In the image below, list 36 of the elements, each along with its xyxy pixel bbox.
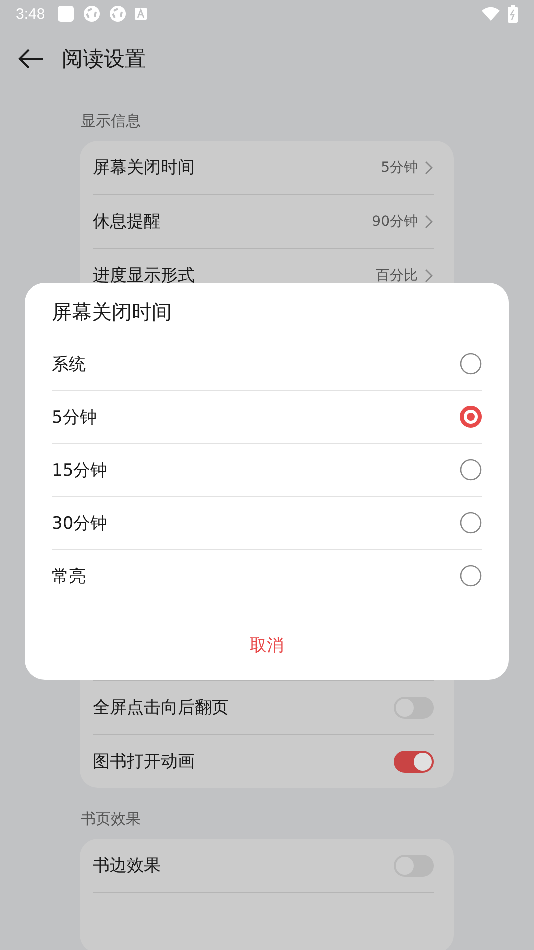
- radio-button[interactable]: [460, 512, 482, 534]
- page-title: 阅读设置: [62, 46, 146, 73]
- option-label[interactable]: 系统: [52, 352, 460, 376]
- square-icon: [57, 5, 76, 23]
- setting-value: 5分钟: [381, 158, 418, 176]
- font-icon: [135, 8, 148, 20]
- wifi-icon: [482, 7, 500, 21]
- chevron-icon: [424, 214, 434, 228]
- setting-label: 屏幕关闭时间: [93, 157, 196, 179]
- setting-value: 90分钟: [372, 212, 418, 230]
- setting-label: 休息提醒: [93, 211, 162, 233]
- radio-button[interactable]: [460, 353, 482, 375]
- option-label[interactable]: 30分钟: [52, 512, 460, 534]
- aperture-icon: [109, 5, 128, 23]
- battery-icon: [508, 5, 518, 23]
- section-title: 显示信息: [80, 111, 142, 132]
- status-time: 3:48: [16, 6, 46, 22]
- option-label[interactable]: 常亮: [52, 564, 460, 588]
- option-label[interactable]: 15分钟: [52, 458, 460, 482]
- radio-button[interactable]: [460, 406, 482, 428]
- setting-label: 全屏点击向后翻页: [93, 697, 230, 719]
- setting-label: 图书打开动画: [93, 751, 196, 773]
- section-title: 书页效果: [80, 809, 142, 830]
- aperture-icon: [83, 5, 102, 23]
- radio-button[interactable]: [460, 459, 482, 481]
- setting-value: 百分比: [376, 266, 418, 284]
- chevron-icon: [424, 268, 434, 282]
- setting-label: 进度显示形式: [93, 265, 196, 287]
- chevron-icon: [424, 160, 434, 174]
- setting-label: 书边效果: [93, 855, 162, 877]
- back-arrow-icon[interactable]: [18, 49, 44, 69]
- dialog-title: 屏幕关闭时间: [52, 299, 173, 326]
- cancel-button[interactable]: 取消: [238, 628, 296, 663]
- option-label[interactable]: 5分钟: [52, 406, 460, 428]
- radio-button[interactable]: [460, 565, 482, 587]
- toggle-switch[interactable]: [394, 750, 434, 772]
